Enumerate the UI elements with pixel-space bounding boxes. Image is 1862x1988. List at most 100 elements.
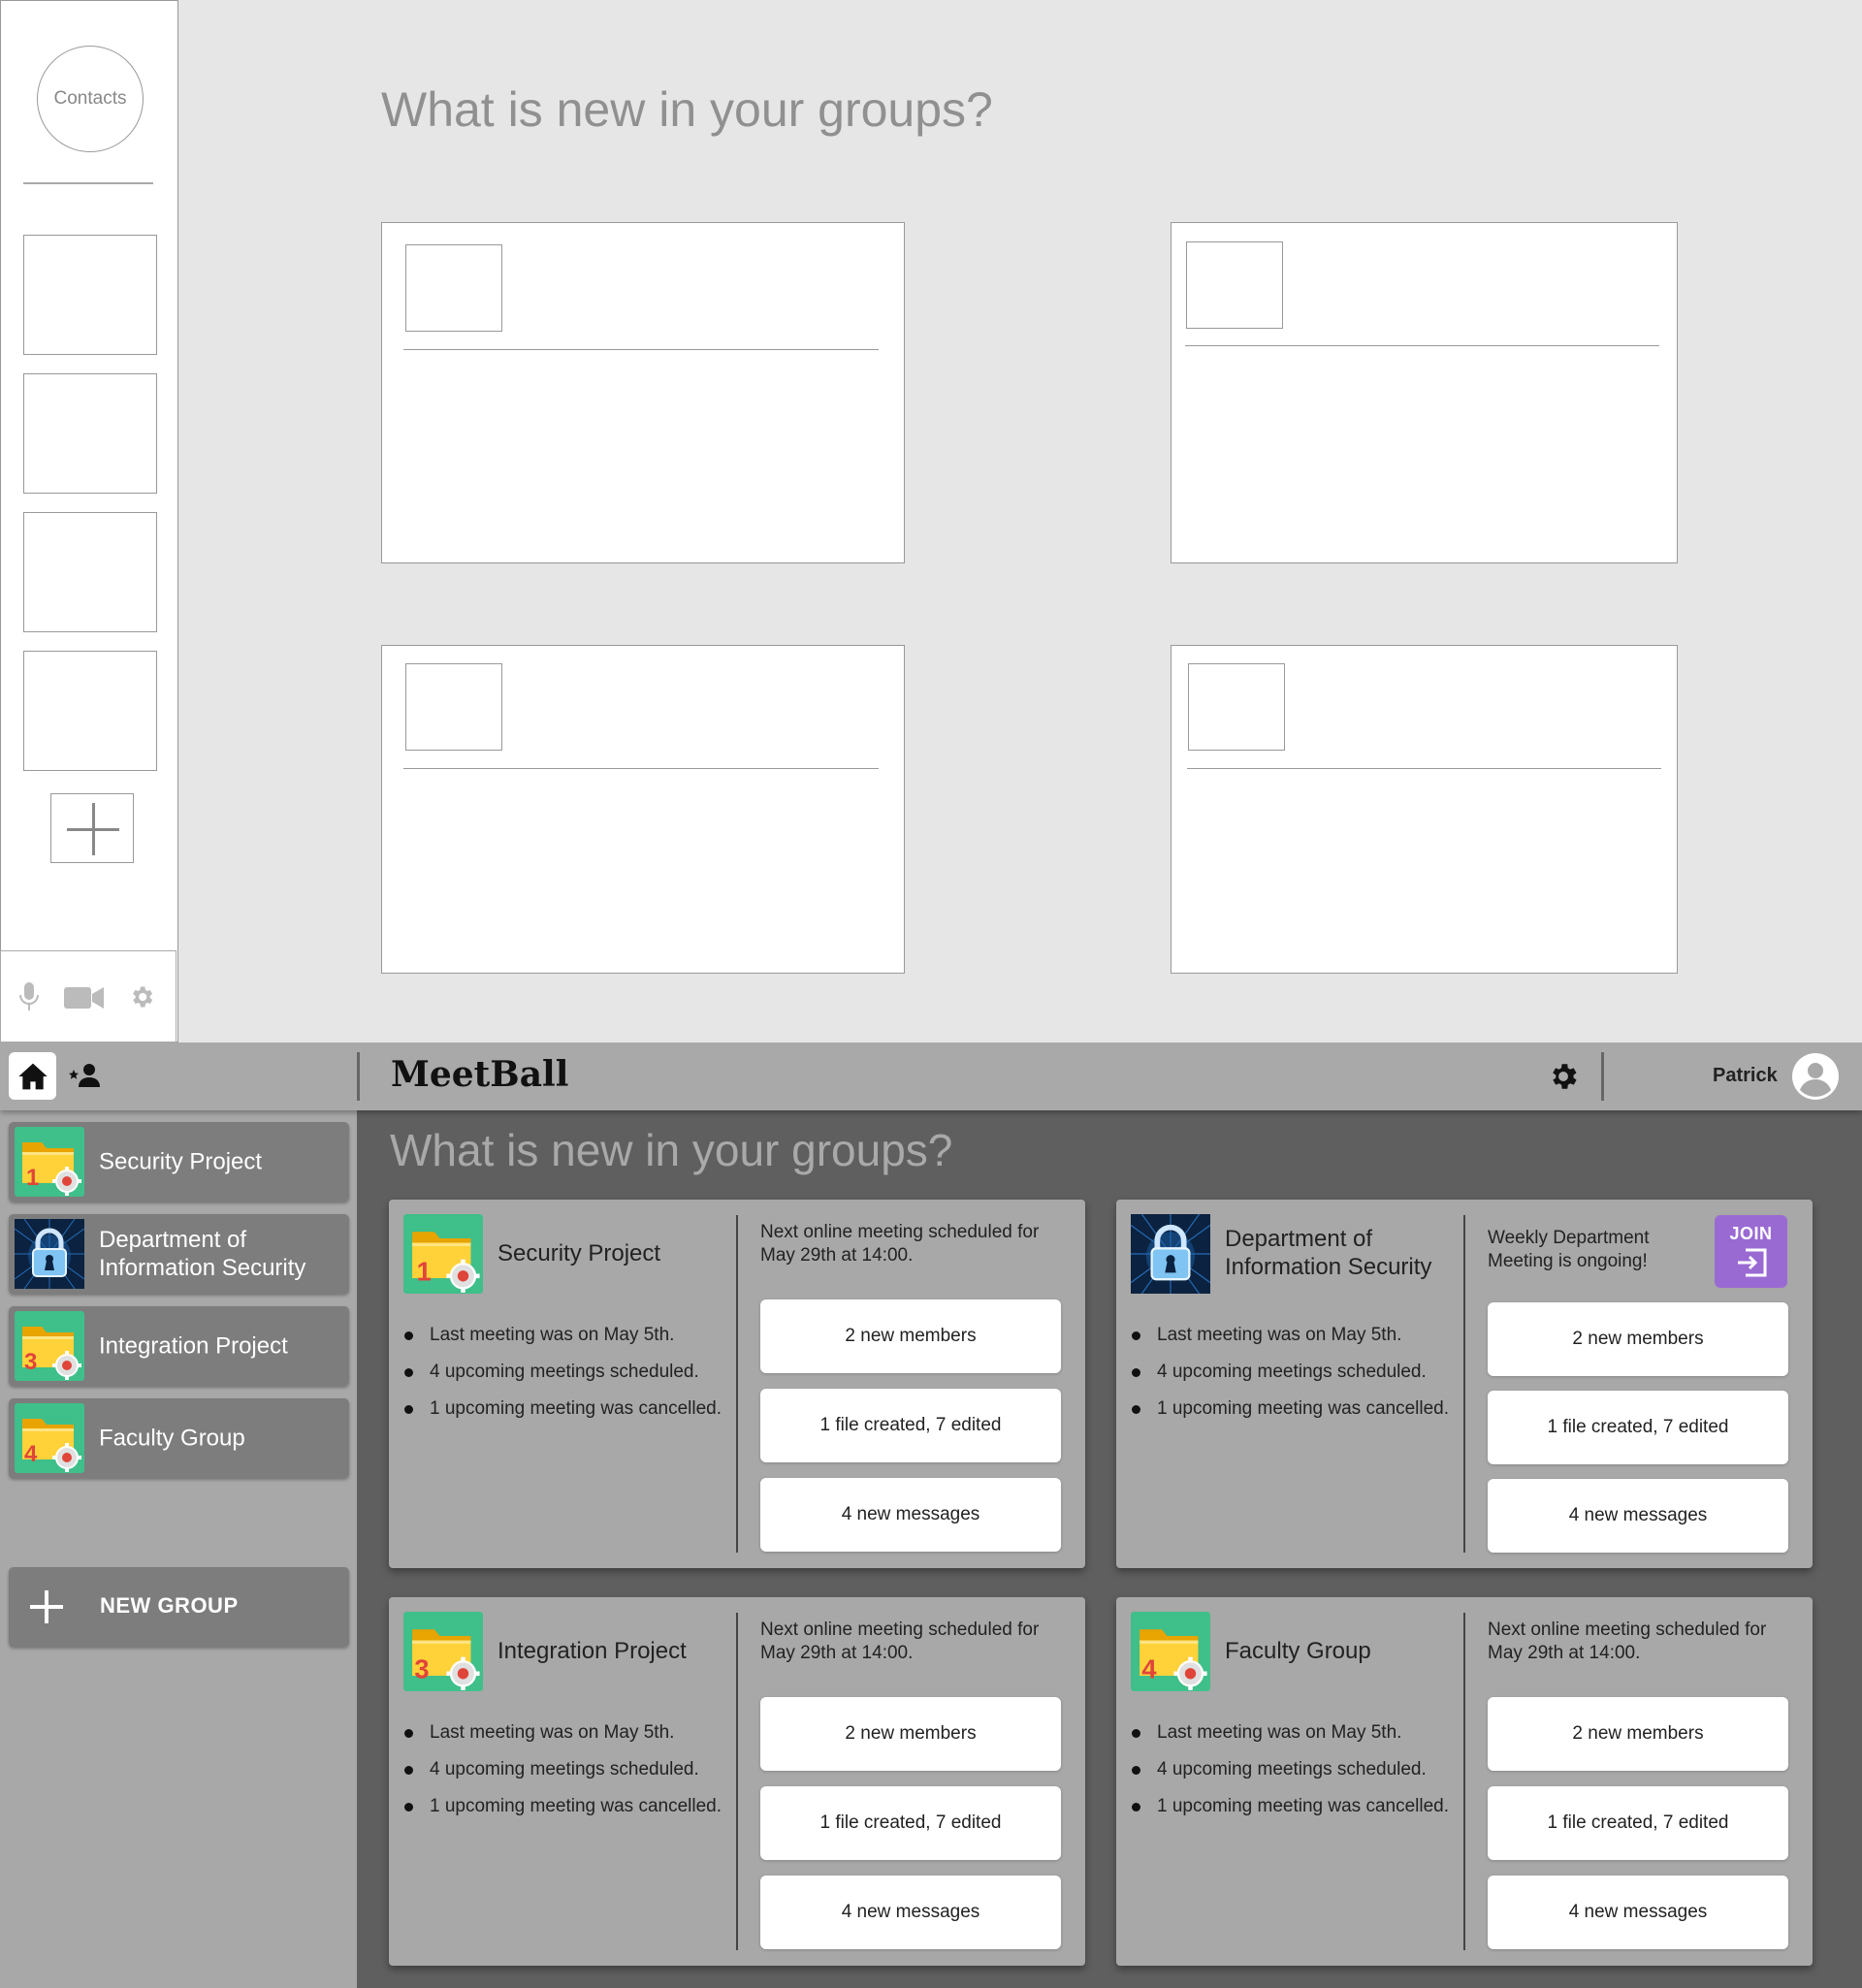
padlock-icon: [1131, 1214, 1210, 1294]
wireframe-group-slot[interactable]: [23, 651, 157, 771]
wireframe-card-icon-placeholder: [1186, 241, 1283, 329]
card-group-name[interactable]: Security Project: [498, 1200, 730, 1306]
home-button[interactable]: [9, 1052, 56, 1100]
wireframe-mockup: Contacts What is new in your groups?: [0, 0, 1862, 1042]
plus-icon: [30, 1590, 63, 1623]
list-item: 1 upcoming meeting was cancelled.: [1132, 1397, 1457, 1421]
wireframe-card-icon-placeholder: [405, 663, 502, 751]
files-button[interactable]: 1 file created, 7 edited: [1488, 1786, 1788, 1860]
sidebar: 1 Security Project Department of Informa…: [0, 1110, 357, 1988]
card-divider: [1463, 1215, 1465, 1553]
folder-gear-icon: 4: [1131, 1612, 1210, 1691]
microphone-icon[interactable]: [18, 981, 40, 1017]
wireframe-card-divider: [1185, 345, 1659, 346]
files-button[interactable]: 1 file created, 7 edited: [760, 1786, 1061, 1860]
files-button[interactable]: 1 file created, 7 edited: [760, 1389, 1061, 1462]
new-messages-button[interactable]: 4 new messages: [1488, 1876, 1788, 1949]
contacts-button[interactable]: [66, 1058, 105, 1093]
new-members-button[interactable]: 2 new members: [1488, 1302, 1788, 1376]
card-group-name[interactable]: Faculty Group: [1225, 1597, 1458, 1704]
gear-icon[interactable]: [128, 983, 155, 1015]
wireframe-group-slot[interactable]: [23, 512, 157, 632]
wireframe-add-button[interactable]: [50, 793, 134, 863]
ongoing-meeting-info: Weekly Department Meeting is ongoing!: [1488, 1228, 1650, 1271]
card-group-name[interactable]: Department of Information Security: [1225, 1200, 1458, 1306]
group-card-department-of-information-security: Department of Information Security Last …: [1116, 1200, 1813, 1568]
wireframe-group-card[interactable]: [381, 222, 905, 563]
sidebar-item-department-of-information-security[interactable]: Department of Information Security: [9, 1214, 349, 1294]
sidebar-item-security-project[interactable]: 1 Security Project: [9, 1122, 349, 1202]
new-members-button[interactable]: 2 new members: [1488, 1697, 1788, 1771]
card-summary-list: Last meeting was on May 5th. 4 upcoming …: [404, 1721, 729, 1832]
group-card-integration-project: 3 Integration Project Last meeting was o…: [389, 1597, 1085, 1966]
list-item: Last meeting was on May 5th.: [1132, 1721, 1457, 1745]
wireframe-sidebar: Contacts: [0, 0, 178, 1042]
new-messages-button[interactable]: 4 new messages: [1488, 1479, 1788, 1553]
wireframe-group-card[interactable]: [381, 645, 905, 974]
app-title: MeetBall: [391, 1054, 569, 1095]
topbar-divider: [1601, 1052, 1604, 1101]
new-messages-button[interactable]: 4 new messages: [760, 1478, 1061, 1552]
sidebar-item-label: Security Project: [99, 1148, 263, 1175]
wireframe-sidebar-divider: [23, 182, 153, 184]
wireframe-group-card[interactable]: [1171, 645, 1678, 974]
join-label: JOIN: [1729, 1224, 1773, 1243]
enter-icon: [1738, 1248, 1767, 1277]
new-members-button[interactable]: 2 new members: [760, 1697, 1061, 1771]
list-item: Last meeting was on May 5th.: [1132, 1324, 1457, 1347]
list-item: Last meeting was on May 5th.: [404, 1721, 729, 1745]
avatar[interactable]: [1792, 1053, 1839, 1100]
new-group-button[interactable]: NEW GROUP: [9, 1567, 349, 1647]
folder-gear-icon: 1: [403, 1214, 483, 1294]
list-item: 4 upcoming meetings scheduled.: [404, 1758, 729, 1781]
new-members-button[interactable]: 2 new members: [760, 1299, 1061, 1373]
wireframe-page-title: What is new in your groups?: [381, 82, 993, 137]
files-button[interactable]: 1 file created, 7 edited: [1488, 1391, 1788, 1464]
sidebar-item-faculty-group[interactable]: 4 Faculty Group: [9, 1398, 349, 1478]
join-meeting-button[interactable]: JOIN: [1715, 1215, 1787, 1288]
folder-gear-icon: 3: [403, 1612, 483, 1691]
card-divider: [1463, 1613, 1465, 1950]
user-name[interactable]: Patrick: [1713, 1065, 1778, 1087]
sidebar-item-label: Integration Project: [99, 1332, 288, 1360]
svg-text:1: 1: [417, 1256, 432, 1286]
wireframe-card-icon-placeholder: [405, 244, 502, 332]
wireframe-card-divider: [1187, 768, 1661, 769]
card-summary-list: Last meeting was on May 5th. 4 upcoming …: [1132, 1721, 1457, 1832]
meetball-app: MeetBall Patrick 1 Security Project Depa…: [0, 1042, 1862, 1988]
video-camera-icon[interactable]: [64, 985, 105, 1015]
user-avatar-icon: [1793, 1054, 1838, 1099]
page-title: What is new in your groups?: [390, 1125, 953, 1175]
card-divider: [736, 1613, 738, 1950]
list-item: 1 upcoming meeting was cancelled.: [1132, 1795, 1457, 1818]
wireframe-card-divider: [403, 349, 879, 350]
list-item: 4 upcoming meetings scheduled.: [1132, 1361, 1457, 1384]
wireframe-card-icon-placeholder: [1188, 663, 1285, 751]
gear-icon: [1553, 1064, 1577, 1089]
top-bar: MeetBall Patrick: [0, 1042, 1862, 1110]
list-item: 1 upcoming meeting was cancelled.: [404, 1795, 729, 1818]
wireframe-group-slot[interactable]: [23, 235, 157, 355]
svg-text:4: 4: [1141, 1653, 1157, 1683]
wireframe-group-slot[interactable]: [23, 373, 157, 494]
list-item: 4 upcoming meetings scheduled.: [404, 1361, 729, 1384]
sidebar-item-label: Department of Information Security: [99, 1227, 306, 1281]
home-icon: [17, 1063, 48, 1089]
group-card-security-project: 1 Security Project Last meeting was on M…: [389, 1200, 1085, 1568]
wireframe-card-divider: [403, 768, 879, 769]
folder-gear-icon: 1: [15, 1127, 84, 1197]
card-summary-list: Last meeting was on May 5th. 4 upcoming …: [404, 1324, 729, 1434]
sidebar-item-label: Faculty Group: [99, 1425, 245, 1452]
wireframe-group-card[interactable]: [1171, 222, 1678, 563]
folder-gear-icon: 3: [15, 1311, 84, 1381]
card-divider: [736, 1215, 738, 1553]
wireframe-contacts-button[interactable]: Contacts: [37, 46, 144, 152]
card-group-name[interactable]: Integration Project: [498, 1597, 730, 1704]
list-item: 1 upcoming meeting was cancelled.: [404, 1397, 729, 1421]
next-meeting-info: Next online meeting scheduled for May 29…: [760, 1222, 1040, 1266]
new-messages-button[interactable]: 4 new messages: [760, 1876, 1061, 1949]
folder-gear-icon: 4: [15, 1403, 84, 1473]
settings-button[interactable]: [1544, 1057, 1583, 1096]
sidebar-item-integration-project[interactable]: 3 Integration Project: [9, 1306, 349, 1386]
padlock-icon: [15, 1219, 84, 1289]
